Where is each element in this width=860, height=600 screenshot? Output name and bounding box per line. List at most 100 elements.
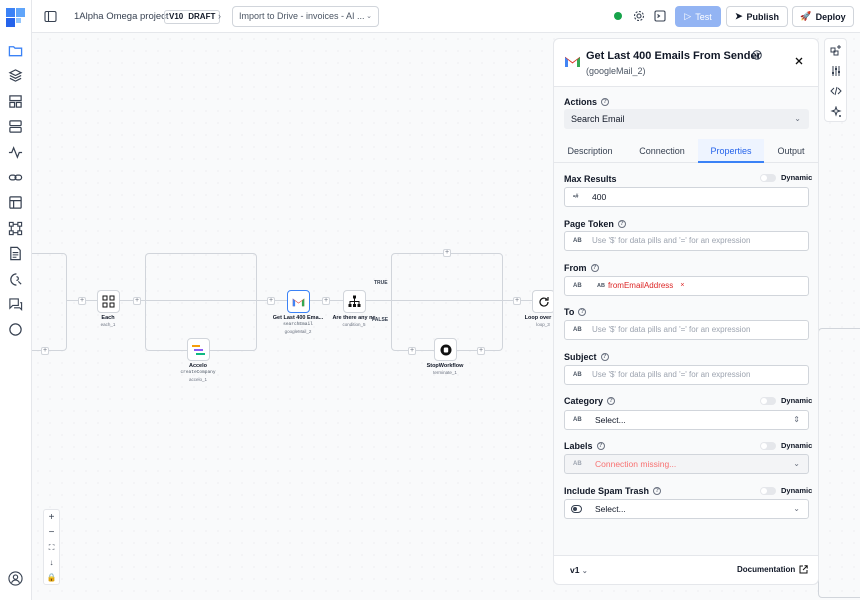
sidebar-toggle-icon[interactable] <box>44 10 57 23</box>
help-icon[interactable]: ? <box>596 442 605 450</box>
workflow-select[interactable]: Import to Drive - invoices - AI ... ⌄ <box>232 6 379 27</box>
code-icon[interactable] <box>830 85 842 97</box>
action-select[interactable]: Search Email ⌄ <box>564 109 809 129</box>
subject-label: Subject? <box>564 352 609 362</box>
terminal-icon[interactable] <box>654 10 666 22</box>
subject-label-text: Subject <box>564 352 597 362</box>
fit-view-icon[interactable]: ⛶ <box>44 540 59 555</box>
max-results-input[interactable]: •# 400 <box>564 187 809 207</box>
user-avatar-icon[interactable] <box>7 570 24 587</box>
table-icon[interactable] <box>7 194 24 211</box>
add-node-button[interactable]: + <box>78 297 86 305</box>
toggle-switch[interactable] <box>760 486 776 495</box>
chat-icon[interactable] <box>7 296 24 313</box>
help-icon[interactable]: ? <box>590 264 599 272</box>
documentation-link[interactable]: Documentation <box>737 565 808 574</box>
dynamic-label: Dynamic <box>781 441 813 450</box>
version-select[interactable]: v1 ⌄ <box>570 565 588 575</box>
zoom-in-button[interactable]: + <box>44 510 59 525</box>
category-select-value: Select... <box>595 415 626 425</box>
subject-input[interactable]: AB Use '$' for data pills and '=' for an… <box>564 365 809 385</box>
loop-node[interactable] <box>532 290 555 313</box>
labels-dynamic-toggle[interactable]: Dynamic <box>760 441 812 450</box>
data-pill[interactable]: AB fromEmailAddress × <box>593 280 688 292</box>
sliders-icon[interactable] <box>830 65 842 77</box>
spam-trash-select[interactable]: Select... ⌄ <box>564 499 809 519</box>
arrow-down-icon[interactable]: ↓ <box>44 555 59 570</box>
spam-trash-select-value: Select... <box>595 504 626 514</box>
stop-workflow-node[interactable] <box>434 338 457 361</box>
document-icon[interactable] <box>7 245 24 262</box>
from-label: From? <box>564 263 599 273</box>
help-icon[interactable]: ? <box>653 487 662 495</box>
help-icon[interactable]: ? <box>600 353 609 361</box>
to-placeholder: Use '$' for data pills and '=' for an ex… <box>592 325 751 334</box>
layout-icon[interactable] <box>7 93 24 110</box>
breadcrumb-chevron-icon: › <box>218 11 221 21</box>
ai-sparkle-icon[interactable] <box>830 106 842 118</box>
toggle-switch[interactable] <box>760 173 776 182</box>
help-icon[interactable]: ? <box>601 98 610 106</box>
text-type-icon: AB <box>573 238 582 244</box>
zoom-out-button[interactable]: − <box>44 525 59 540</box>
lock-icon[interactable]: 🔒 <box>44 570 59 585</box>
add-node-button[interactable]: + <box>322 297 330 305</box>
app-logo[interactable] <box>6 8 25 27</box>
close-icon[interactable] <box>794 56 804 66</box>
status-indicator <box>614 12 622 20</box>
accelo-node-title: Accelo <box>188 363 208 369</box>
tab-output[interactable]: Output <box>766 139 816 163</box>
settings-icon[interactable] <box>633 10 645 22</box>
version-badge[interactable]: V10 DRAFT <box>164 10 221 24</box>
folder-icon[interactable] <box>7 42 24 59</box>
add-component-icon[interactable] <box>830 44 842 56</box>
help-icon[interactable]: ? <box>578 308 587 316</box>
max-results-dynamic-toggle[interactable]: Dynamic <box>760 173 812 182</box>
text-type-icon: AB <box>573 283 582 289</box>
condition-node[interactable] <box>343 290 366 313</box>
pill-type: AB <box>597 283 605 289</box>
info-icon[interactable] <box>752 50 762 60</box>
ai-brain-icon[interactable] <box>7 271 24 288</box>
test-button[interactable]: ▷ Test <box>675 6 721 27</box>
page-token-input[interactable]: AB Use '$' for data pills and '=' for an… <box>564 231 809 251</box>
add-node-button[interactable]: + <box>133 297 141 305</box>
add-node-button[interactable]: + <box>513 297 521 305</box>
project-name[interactable]: 1Alpha Omega project <box>74 11 169 22</box>
spam-dynamic-toggle[interactable]: Dynamic <box>760 486 812 495</box>
toggle-switch[interactable] <box>760 396 776 405</box>
page-token-placeholder: Use '$' for data pills and '=' for an ex… <box>592 236 751 245</box>
accelo-node[interactable] <box>187 338 210 361</box>
each-node[interactable] <box>97 290 120 313</box>
remove-pill-icon[interactable]: × <box>680 280 684 292</box>
add-node-button[interactable]: + <box>477 347 485 355</box>
publish-button[interactable]: ➤ Publish <box>726 6 788 27</box>
help-icon[interactable]: ? <box>607 397 616 405</box>
activity-icon[interactable] <box>7 144 24 161</box>
each-icon <box>102 295 115 308</box>
layers-icon[interactable] <box>7 67 24 84</box>
add-node-button[interactable]: + <box>443 249 451 257</box>
circle-icon[interactable] <box>7 321 24 338</box>
add-node-button[interactable]: + <box>267 297 275 305</box>
server-icon[interactable] <box>7 118 24 135</box>
branch-true-label: TRUE <box>374 280 388 286</box>
link-icon[interactable] <box>7 169 24 186</box>
tab-connection[interactable]: Connection <box>632 139 692 163</box>
to-input[interactable]: AB Use '$' for data pills and '=' for an… <box>564 320 809 340</box>
workflow-icon[interactable] <box>7 220 24 237</box>
chevron-down-icon: ⌄ <box>794 114 801 123</box>
tab-properties[interactable]: Properties <box>698 139 764 163</box>
gmail-node[interactable] <box>287 290 310 313</box>
to-label: To? <box>564 307 587 317</box>
workflow-select-value: Import to Drive - invoices - AI ... <box>239 11 365 21</box>
add-node-button[interactable]: + <box>408 347 416 355</box>
from-input[interactable]: AB AB fromEmailAddress × <box>564 276 809 296</box>
toggle-switch[interactable] <box>760 441 776 450</box>
tab-description[interactable]: Description <box>560 139 620 163</box>
category-select[interactable]: AB Select... ⇕ <box>564 410 809 430</box>
add-node-button[interactable]: + <box>41 347 49 355</box>
help-icon[interactable]: ? <box>617 220 626 228</box>
category-dynamic-toggle[interactable]: Dynamic <box>760 396 812 405</box>
deploy-button[interactable]: 🚀 Deploy <box>792 6 854 27</box>
